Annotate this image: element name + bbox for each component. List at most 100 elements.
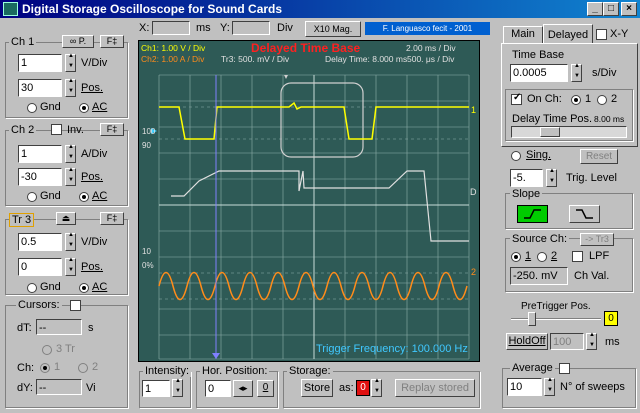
ch2-trace xyxy=(158,271,468,301)
tr3-gnd-radio[interactable] xyxy=(27,283,37,293)
ch1-probe-button[interactable]: ∞ P. xyxy=(62,35,94,48)
close-button[interactable]: × xyxy=(621,2,637,16)
average-input[interactable]: 10 xyxy=(507,378,542,396)
ch1-pos-label: Pos. xyxy=(81,82,104,94)
tr3-label: Tr 3 xyxy=(9,213,35,227)
average-spinner[interactable] xyxy=(544,377,555,396)
title-bar[interactable]: Digital Storage Oscilloscope for Sound C… xyxy=(0,0,640,18)
reset-button[interactable]: Reset xyxy=(580,149,618,164)
tab-xy[interactable]: X-Y xyxy=(610,28,628,40)
holdoff-spinner[interactable] xyxy=(586,332,597,350)
tr3-pos-spinner[interactable] xyxy=(65,257,76,276)
single-label: Sing. xyxy=(526,149,552,161)
ch1-filter-button[interactable]: F‡ xyxy=(100,35,124,48)
maximize-button[interactable]: □ xyxy=(603,2,619,16)
ch1-pos-spinner[interactable] xyxy=(65,78,76,97)
ch1-ac-radio[interactable] xyxy=(79,103,89,113)
hpos-reset-button[interactable]: 0 xyxy=(257,380,274,397)
minimize-button[interactable]: _ xyxy=(587,2,603,16)
tr3-vdiv-input[interactable]: 0.5 xyxy=(18,233,62,251)
tr3-pos-label: Pos. xyxy=(81,261,104,273)
average-label: Average xyxy=(510,362,555,374)
delay-pos-label: Delay Time Pos. xyxy=(512,113,593,125)
ch2-pos-input[interactable]: -30 xyxy=(18,168,62,186)
replay-stored-button[interactable]: Replay stored xyxy=(395,379,475,397)
ch1-vdiv-unit: V/Div xyxy=(81,57,108,69)
holdoff-button[interactable]: HoldOff xyxy=(506,333,548,350)
ch1-pos-input[interactable]: 30 xyxy=(18,79,62,97)
ch2-filter-button[interactable]: F‡ xyxy=(100,123,124,136)
to-tr3-button[interactable]: -> Tr3 xyxy=(580,233,614,246)
source-label: Source Ch: xyxy=(510,233,570,245)
cursor-tr3-radio[interactable] xyxy=(42,345,52,355)
tab-delayed[interactable]: Delayed xyxy=(543,24,593,44)
author-banner: F. Languasco fecit - 2001 xyxy=(365,22,490,35)
ch2-adiv-spinner[interactable] xyxy=(65,144,76,163)
holdoff-input[interactable]: 100 xyxy=(550,333,584,350)
timebase-readout: 2.00 ms / Div xyxy=(406,43,456,53)
onch-checkbox[interactable] xyxy=(511,92,522,105)
ch1-gnd-radio[interactable] xyxy=(27,103,37,113)
tr3-pos-input[interactable]: 0 xyxy=(18,258,62,276)
cursor-ch2-radio[interactable] xyxy=(78,363,88,373)
onch1-radio[interactable] xyxy=(571,95,581,105)
storage-label: Storage: xyxy=(287,365,333,377)
hpos-input[interactable]: 0 xyxy=(205,380,231,397)
delay-pos-thumb[interactable] xyxy=(540,127,560,137)
cursor-ch-label: Ch: xyxy=(17,362,35,374)
scope-screen[interactable]: Ch1: 1.00 V / Div Ch2: 1.00 A / Div Tr3:… xyxy=(138,40,480,362)
tab-main[interactable]: Main xyxy=(503,26,543,43)
trig-level-input[interactable]: -5. xyxy=(510,169,543,187)
tr3-filter-button[interactable]: F‡ xyxy=(100,212,124,225)
intensity-input[interactable]: 1 xyxy=(142,380,170,397)
store-button[interactable]: Store xyxy=(301,379,333,397)
ch2-pos-spinner[interactable] xyxy=(65,167,76,186)
delay-pos-value: 8.00 ms xyxy=(594,114,625,124)
dt-unit: s xyxy=(88,322,94,334)
tr3-eject-button[interactable]: ⏏ xyxy=(56,212,76,225)
ch2-adiv-input[interactable]: 1 xyxy=(18,145,62,163)
average-checkbox[interactable] xyxy=(559,363,570,374)
ch1-vdiv-spinner[interactable] xyxy=(65,53,76,72)
cursors-checkbox[interactable] xyxy=(70,300,81,311)
onch2-radio[interactable] xyxy=(597,95,607,105)
sweeps-label: N° of sweeps xyxy=(560,381,625,393)
source2-label: 2 xyxy=(551,250,558,262)
ch2-ac-radio[interactable] xyxy=(79,192,89,202)
cursors-label: Cursors: xyxy=(16,299,62,311)
tr3-ac-radio[interactable] xyxy=(79,283,89,293)
mark-0: 0% xyxy=(142,261,154,270)
cursor-ch1-radio[interactable] xyxy=(40,363,50,373)
intensity-label: Intensity: xyxy=(143,365,192,377)
delay-pos-scrollbar[interactable] xyxy=(511,126,627,138)
ch2-inv-checkbox[interactable] xyxy=(51,124,62,135)
x10-mag-button[interactable]: X10 Mag. xyxy=(305,21,361,37)
slot-spinner[interactable] xyxy=(371,378,382,397)
ch2-adiv-unit: A/Div xyxy=(81,148,108,160)
source2-radio[interactable] xyxy=(537,252,547,262)
hpos-arrows[interactable]: ◂▸ xyxy=(233,380,253,397)
pretrigger-slider-thumb[interactable] xyxy=(528,312,536,326)
timebase-spinner[interactable] xyxy=(571,63,582,82)
ch2-label: Ch 2 xyxy=(9,124,37,136)
trig-level-spinner[interactable] xyxy=(546,168,557,187)
single-radio[interactable] xyxy=(511,151,521,161)
intensity-spinner[interactable] xyxy=(172,378,183,397)
pretrigger-value: 0 xyxy=(604,311,618,326)
timebase-input[interactable]: 0.0005 xyxy=(510,64,568,82)
ch1-vdiv-input[interactable]: 1 xyxy=(18,54,62,72)
tr3-vdiv-spinner[interactable] xyxy=(65,232,76,251)
source1-radio[interactable] xyxy=(511,252,521,262)
slope-falling-button[interactable] xyxy=(569,205,600,223)
cursor-tr3-label: 3 Tr xyxy=(56,343,75,355)
pretrigger-slider-track[interactable] xyxy=(511,318,601,320)
xy-checkbox[interactable] xyxy=(596,29,607,40)
slope-rising-button[interactable] xyxy=(517,205,548,223)
trig-level-label: Trig. Level xyxy=(566,172,617,184)
slot-value[interactable]: 0 xyxy=(356,380,370,396)
x-unit: ms xyxy=(196,22,211,34)
tr3-group xyxy=(5,219,128,295)
lpf-checkbox[interactable] xyxy=(572,251,583,262)
scope-display xyxy=(151,74,470,360)
ch2-gnd-radio[interactable] xyxy=(27,192,37,202)
